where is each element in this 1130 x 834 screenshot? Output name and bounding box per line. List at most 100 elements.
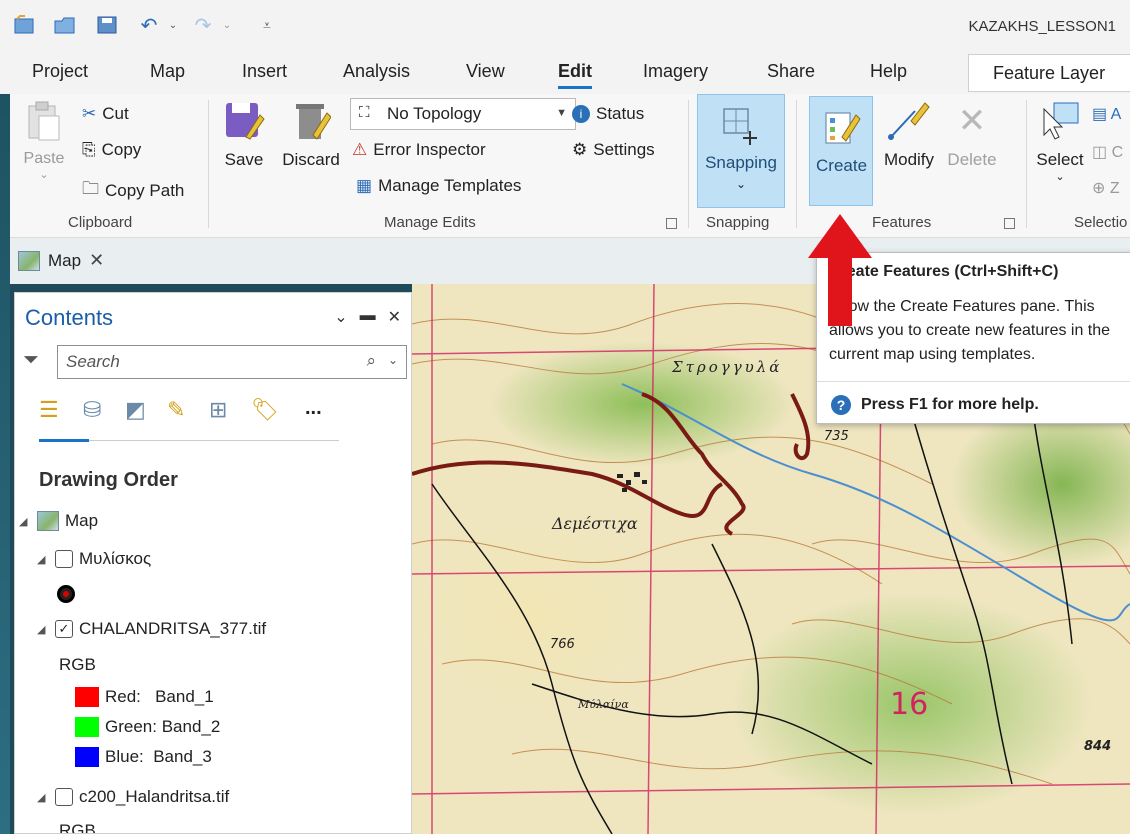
close-pane-icon[interactable]: ✕ [388,307,401,327]
snapping-group-label: Snapping [706,214,770,231]
snapping-button[interactable]: Snapping ⌄ [697,94,785,208]
error-inspector-icon: ⚠ [352,140,368,159]
tree-item-chalandritsa[interactable]: ◢ ✓ CHALANDRITSA_377.tif [37,619,266,639]
map-icon [18,250,40,271]
snapping-dropdown-icon: ⌄ [735,177,747,191]
copy-path-button[interactable]: 🗀 Copy Path [82,176,184,205]
red-band-label: Red: Band_1 [105,687,214,706]
error-inspector-button[interactable]: ⚠ Error Inspector [352,140,486,160]
save-edits-label: Save [224,150,264,169]
divider [89,440,339,441]
tab-project[interactable]: Project [32,61,88,82]
tab-share[interactable]: Share [767,61,815,82]
blue-band-item[interactable]: Blue: Band_3 [75,747,212,767]
undo-icon[interactable]: ↶ [138,14,160,37]
create-features-icon [822,107,862,152]
cut-button[interactable]: ✂ Cut [82,104,129,124]
copy-icon: ⎘ [82,140,96,159]
delete-button: ✕ Delete [942,98,1002,170]
editing-view-icon[interactable]: ✎ [167,397,185,423]
save-project-icon[interactable] [96,14,118,36]
layer-checkbox[interactable] [55,788,73,806]
close-icon[interactable]: ✕ [89,250,104,271]
manage-templates-button[interactable]: ▦ Manage Templates [356,176,521,196]
expand-icon[interactable]: ◢ [37,553,49,566]
layer-checkbox-checked[interactable]: ✓ [55,620,73,638]
features-launcher-icon[interactable] [1004,218,1015,229]
tab-map[interactable]: Map [150,61,185,82]
features-group-label: Features [872,214,932,231]
tooltip-help-label: Press F1 for more help. [861,396,1039,413]
maximize-icon[interactable]: ▬ [360,307,376,327]
manage-edits-launcher-icon[interactable] [666,218,677,229]
contents-view-toolbar: ☰ ⛁ ◩ ✎ ⊞ 🏷 ... [39,389,389,439]
green-band-label: Green: Band_2 [105,717,221,736]
discard-label: Discard [282,150,340,169]
map-layer-label: Map [65,511,99,530]
pane-options-icon[interactable]: ⌄ [334,307,347,327]
drawing-order-icon[interactable]: ☰ [39,397,59,423]
save-edits-icon [221,98,267,144]
point-symbol[interactable] [57,585,75,603]
redo-dropdown-icon: ⌄ [222,19,232,31]
tab-imagery[interactable]: Imagery [643,61,708,82]
map-view-tab[interactable]: Map ✕ [18,250,104,271]
point-symbol-icon [57,585,75,603]
data-source-icon[interactable]: ⛁ [83,397,101,423]
expand-icon[interactable]: ◢ [37,623,49,636]
labeling-view-icon[interactable]: 🏷 [251,397,279,423]
undo-dropdown-icon[interactable]: ⌄ [162,14,184,36]
topology-dropdown[interactable]: ⛶ No Topology ▼ [350,98,576,130]
create-button[interactable] [809,96,873,206]
modify-button[interactable]: Modify [876,98,942,170]
red-swatch [75,687,99,707]
search-placeholder: Search [66,352,120,371]
more-options[interactable]: ... [305,397,322,420]
paste-dropdown-icon[interactable]: ⌄ [20,168,68,181]
search-dropdown-icon[interactable]: ⌄ [388,353,398,367]
customize-qat-icon[interactable]: ⩡ [256,14,278,36]
expand-icon[interactable]: ◢ [19,515,31,528]
mylyskos-label: Μυλίσκος [79,549,152,568]
tab-insert[interactable]: Insert [242,61,287,82]
delete-icon: ✕ [957,102,987,140]
tab-help[interactable]: Help [870,61,907,82]
tree-item-map[interactable]: ◢ Map [19,511,98,531]
status-button[interactable]: i Status [572,104,644,124]
expand-icon[interactable]: ◢ [37,791,49,804]
tab-edit[interactable]: Edit [558,61,592,89]
tab-feature-layer[interactable]: Feature Layer [968,54,1130,92]
selection-group-label: Selectio [1074,214,1128,231]
status-label: Status [596,104,645,123]
select-dropdown-icon[interactable]: ⌄ [1032,170,1088,183]
map-label-mylaki: Μύλαίνα [577,698,629,711]
copy-button[interactable]: ⎘ Copy [82,140,141,160]
tree-item-mylyskos[interactable]: ◢ Μυλίσκος [37,549,151,569]
selection-view-icon[interactable]: ◩ [125,397,146,423]
filter-icon[interactable]: ⏷ [23,349,39,372]
active-view-indicator [39,439,89,442]
snapping-view-icon[interactable]: ⊞ [209,397,227,423]
tab-view[interactable]: View [466,61,505,82]
attributes-icon[interactable]: ▤ A [1092,104,1121,124]
layer-checkbox[interactable] [55,550,73,568]
save-edits-button[interactable]: Save [218,98,270,170]
tab-analysis[interactable]: Analysis [343,61,410,82]
open-project-icon[interactable] [54,14,76,36]
paste-icon [21,98,67,144]
green-band-item[interactable]: Green: Band_2 [75,717,220,737]
search-input[interactable]: Search ⌕ ⌄ [57,345,407,379]
zoom-to-selection-icon: ⊕ Z [1092,180,1120,197]
paste-button[interactable]: Paste ⌄ [20,98,68,181]
search-icon[interactable]: ⌕ [366,351,376,371]
select-button[interactable]: Select ⌄ [1032,98,1088,183]
discard-edits-button[interactable]: Discard [278,98,344,170]
new-project-icon[interactable] [14,14,36,36]
red-band-item[interactable]: Red: Band_1 [75,687,214,707]
settings-button[interactable]: ⚙ Settings [572,140,655,160]
scissors-icon: ✂ [82,104,97,123]
rgb-label: RGB [59,821,96,834]
tree-item-c200[interactable]: ◢ c200_Halandritsa.tif [37,787,229,807]
copy-path-icon: 🗀 [82,179,99,198]
clear-selection-icon: ◫ C [1092,144,1124,161]
